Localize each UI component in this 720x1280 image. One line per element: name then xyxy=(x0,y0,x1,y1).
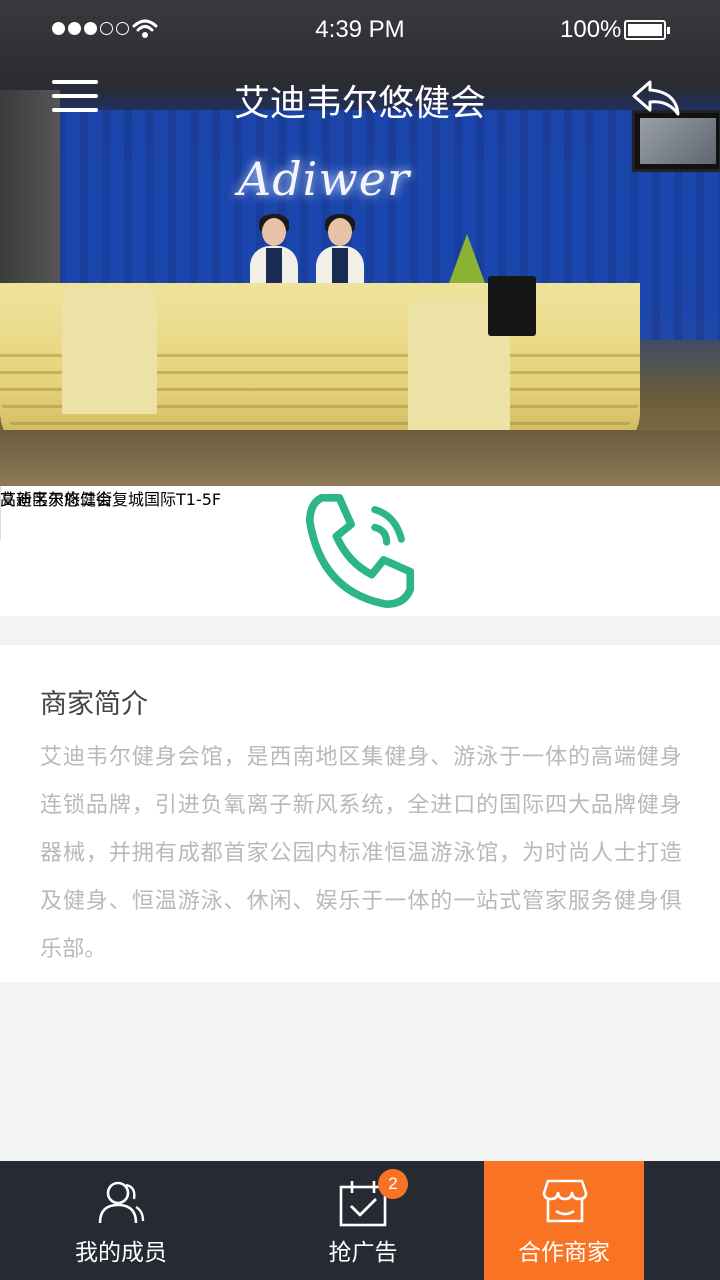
tab-partner-merchants-label: 合作商家 xyxy=(518,1240,610,1266)
intro-title: 商家简介 xyxy=(40,689,148,720)
hero-monitor xyxy=(488,276,536,336)
hero-desk-panel xyxy=(62,288,157,414)
battery-icon xyxy=(624,20,670,40)
hero-floor xyxy=(0,430,720,486)
battery-percent: 100% xyxy=(560,16,622,43)
tab-grab-ads[interactable]: 抢广告 xyxy=(242,1161,484,1280)
status-bar: 4:39 PM 100% xyxy=(0,0,720,60)
store-icon xyxy=(542,1179,588,1223)
page-title: 艾迪韦尔悠健会 xyxy=(233,83,486,124)
hero-sign: Adiwer xyxy=(238,152,410,206)
phone-icon[interactable] xyxy=(0,486,720,616)
back-arrow-icon[interactable] xyxy=(630,78,682,118)
members-icon xyxy=(98,1181,145,1224)
tab-grab-ads-label: 抢广告 xyxy=(328,1240,398,1266)
tab-partner-merchants[interactable]: 合作商家 xyxy=(484,1161,644,1280)
intro-text: 艾迪韦尔健身会馆，是西南地区集健身、游泳于一体的高端健身连锁品牌，引进负氧离子新… xyxy=(40,745,682,962)
hero-image: Adiwer xyxy=(0,0,720,486)
notification-badge: 2 xyxy=(378,1169,408,1199)
tab-members-label: 我的成员 xyxy=(75,1240,167,1266)
tab-members[interactable]: 我的成员 xyxy=(0,1161,242,1280)
